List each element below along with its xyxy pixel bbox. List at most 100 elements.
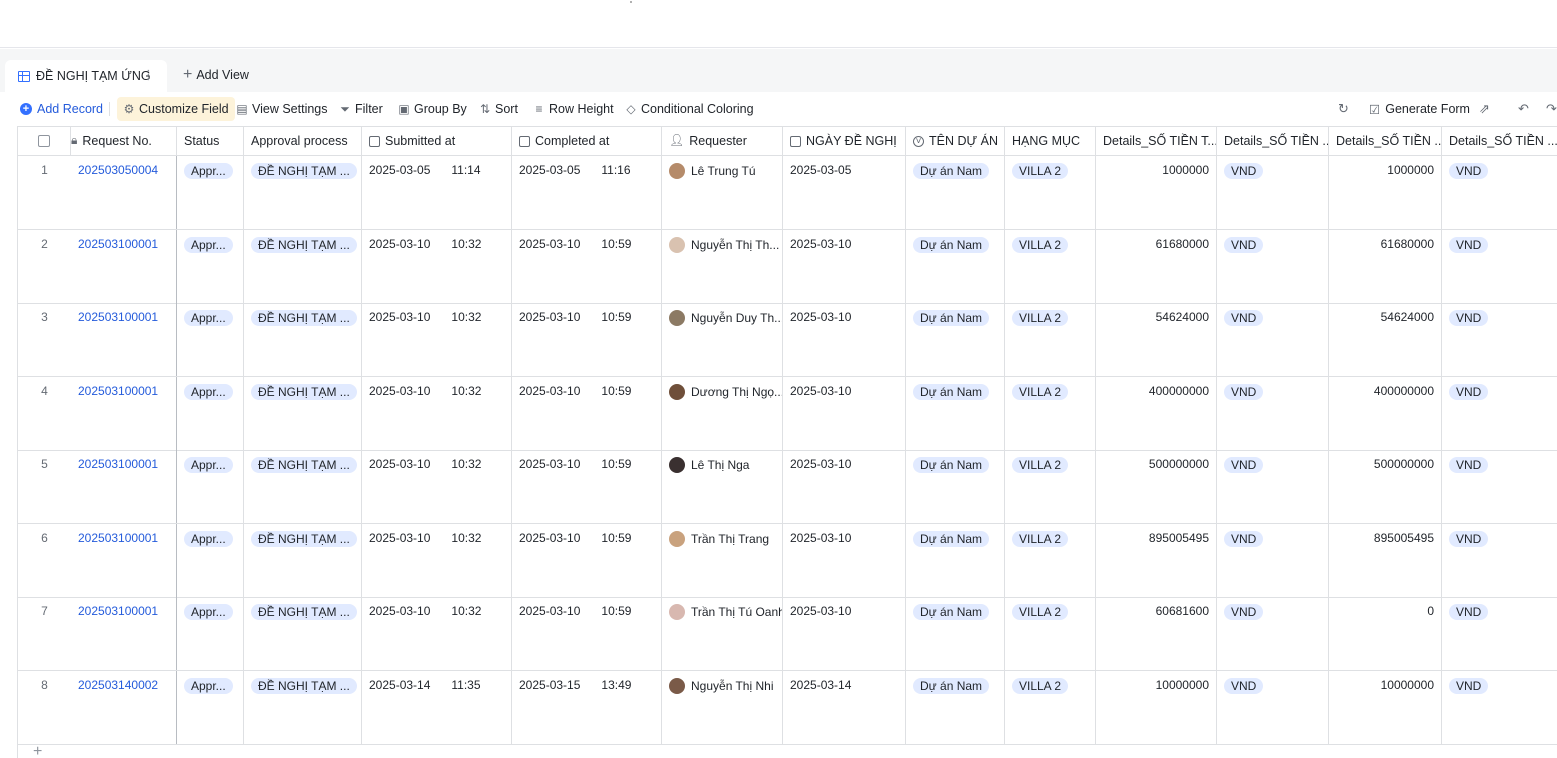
currency-cell[interactable]: VND	[1217, 523, 1329, 597]
customize-field-button[interactable]: ⚙ Customize Field	[117, 97, 235, 121]
requester-cell[interactable]: Dương Thị Ngọ...	[662, 376, 783, 450]
ngay-de-nghi-cell[interactable]: 2025-03-10	[783, 523, 906, 597]
request-no-cell[interactable]: 202503100001	[71, 376, 177, 450]
currency-cell[interactable]: VND	[1442, 303, 1557, 376]
hang-muc-cell[interactable]: VILLA 2	[1005, 523, 1096, 597]
table-row[interactable]: 5 202503100001 Appr... ĐỀ NGHỊ TẠM ... 2025-…	[18, 450, 1557, 524]
status-cell[interactable]: Appr...	[177, 597, 244, 670]
du-an-cell[interactable]: Dự án Nam	[906, 303, 1005, 376]
hang-muc-cell[interactable]: VILLA 2	[1005, 450, 1096, 523]
history-icon[interactable]: ↻	[1338, 100, 1349, 118]
request-no-link[interactable]: 202503100001	[78, 237, 158, 251]
approval-cell[interactable]: ĐỀ NGHỊ TẠM ...	[244, 450, 362, 523]
filter-button[interactable]: ⏷ Filter	[339, 100, 383, 118]
ngay-de-nghi-cell[interactable]: 2025-03-10	[783, 303, 906, 376]
amount-cell[interactable]: 61680000	[1096, 229, 1217, 303]
hang-muc-cell[interactable]: VILLA 2	[1005, 376, 1096, 450]
table-row[interactable]: 1 202503050004 Appr... ĐỀ NGHỊ TẠM ... 2025-…	[18, 156, 1557, 230]
hang-muc-cell[interactable]: VILLA 2	[1005, 229, 1096, 303]
completed-cell[interactable]: 2025-03-10 10:59	[512, 229, 662, 303]
amount-cell[interactable]: 10000000	[1096, 670, 1217, 744]
du-an-cell[interactable]: Dự án Nam	[906, 450, 1005, 523]
sort-button[interactable]: ⇅ Sort	[479, 100, 518, 118]
submitted-cell[interactable]: 2025-03-10 10:32	[362, 376, 512, 450]
request-no-link[interactable]: 202503100001	[78, 384, 158, 398]
currency-cell[interactable]: VND	[1217, 597, 1329, 670]
ngay-de-nghi-cell[interactable]: 2025-03-10	[783, 376, 906, 450]
currency-cell[interactable]: VND	[1442, 377, 1557, 450]
amount-cell[interactable]: 60681600	[1096, 597, 1217, 670]
group-by-button[interactable]: ▣ Group By	[398, 100, 466, 118]
request-no-cell[interactable]: 202503100001	[71, 229, 177, 303]
header-ten-du-an[interactable]: ˅ TÊN DỰ ÁN	[906, 127, 1005, 155]
completed-cell[interactable]: 2025-03-10 10:59	[512, 376, 662, 450]
submitted-cell[interactable]: 2025-03-10 10:32	[362, 303, 512, 376]
header-requester[interactable]: 👤︎ Requester	[662, 127, 783, 155]
amount-cell[interactable]: 500000000	[1329, 450, 1442, 523]
header-submitted-at[interactable]: Submitted at	[362, 127, 512, 155]
tab-de-nghi-tam-ung[interactable]: ĐỀ NGHỊ TẠM ỨNG ⋮	[5, 60, 167, 92]
status-cell[interactable]: Appr...	[177, 303, 244, 376]
share-icon[interactable]: ⇗	[1479, 100, 1490, 118]
du-an-cell[interactable]: Dự án Nam	[906, 156, 1005, 229]
requester-cell[interactable]: Nguyễn Thị Th...	[662, 229, 783, 303]
status-cell[interactable]: Appr...	[177, 376, 244, 450]
submitted-cell[interactable]: 2025-03-10 10:32	[362, 229, 512, 303]
currency-cell[interactable]: VND	[1442, 450, 1557, 523]
currency-cell[interactable]: VND	[1217, 156, 1329, 229]
header-ngay-de-nghi[interactable]: NGÀY ĐỀ NGHỊ	[783, 127, 906, 155]
completed-cell[interactable]: 2025-03-10 10:59	[512, 303, 662, 376]
request-no-link[interactable]: 202503100001	[78, 457, 158, 471]
conditional-coloring-button[interactable]: ◇ Conditional Coloring	[625, 100, 753, 118]
status-cell[interactable]: Appr...	[177, 523, 244, 597]
amount-cell[interactable]: 1000000	[1329, 156, 1442, 229]
currency-cell[interactable]: VND	[1217, 303, 1329, 376]
requester-cell[interactable]: Lê Thị Nga	[662, 450, 783, 523]
request-no-link[interactable]: 202503050004	[78, 163, 158, 177]
completed-cell[interactable]: 2025-03-15 13:49	[512, 670, 662, 744]
currency-cell[interactable]: VND	[1442, 524, 1557, 597]
approval-cell[interactable]: ĐỀ NGHỊ TẠM ...	[244, 523, 362, 597]
table-row[interactable]: 8 202503140002 Appr... ĐỀ NGHỊ TẠM ... 2025-…	[18, 670, 1557, 745]
submitted-cell[interactable]: 2025-03-10 10:32	[362, 597, 512, 670]
header-so-tien-4[interactable]: Details_SỐ TIỀN ...	[1442, 127, 1557, 155]
request-no-cell[interactable]: 202503100001	[71, 597, 177, 670]
add-row-plus-icon[interactable]: +	[33, 744, 42, 758]
table-row[interactable]: 4 202503100001 Appr... ĐỀ NGHỊ TẠM ... 2025-…	[18, 376, 1557, 451]
requester-cell[interactable]: Trần Thị Tú Oanh	[662, 597, 783, 670]
approval-cell[interactable]: ĐỀ NGHỊ TẠM ...	[244, 670, 362, 744]
amount-cell[interactable]: 895005495	[1096, 523, 1217, 597]
amount-cell[interactable]: 895005495	[1329, 523, 1442, 597]
header-completed-at[interactable]: Completed at	[512, 127, 662, 155]
add-record-button[interactable]: + Add Record	[20, 100, 103, 118]
header-so-tien-2[interactable]: Details_SỐ TIỀN ...	[1217, 127, 1329, 155]
currency-cell[interactable]: VND	[1442, 671, 1557, 744]
undo-icon[interactable]: ↶	[1518, 100, 1529, 118]
amount-cell[interactable]: 500000000	[1096, 450, 1217, 523]
amount-cell[interactable]: 54624000	[1329, 303, 1442, 376]
hang-muc-cell[interactable]: VILLA 2	[1005, 303, 1096, 376]
status-cell[interactable]: Appr...	[177, 156, 244, 229]
du-an-cell[interactable]: Dự án Nam	[906, 670, 1005, 744]
request-no-link[interactable]: 202503100001	[78, 310, 158, 324]
approval-cell[interactable]: ĐỀ NGHỊ TẠM ...	[244, 229, 362, 303]
status-cell[interactable]: Appr...	[177, 229, 244, 303]
approval-cell[interactable]: ĐỀ NGHỊ TẠM ...	[244, 156, 362, 229]
header-request-no[interactable]: 🔒︎ Request No.	[71, 127, 177, 155]
hang-muc-cell[interactable]: VILLA 2	[1005, 156, 1096, 229]
approval-cell[interactable]: ĐỀ NGHỊ TẠM ...	[244, 597, 362, 670]
status-cell[interactable]: Appr...	[177, 450, 244, 523]
view-settings-button[interactable]: ▤ View Settings	[236, 100, 327, 118]
request-no-cell[interactable]: 202503100001	[71, 450, 177, 523]
table-row[interactable]: 2 202503100001 Appr... ĐỀ NGHỊ TẠM ... 2025-…	[18, 229, 1557, 304]
completed-cell[interactable]: 2025-03-10 10:59	[512, 523, 662, 597]
select-all-checkbox[interactable]	[38, 135, 50, 147]
amount-cell[interactable]: 1000000	[1096, 156, 1217, 229]
amount-cell[interactable]: 10000000	[1329, 670, 1442, 744]
request-no-cell[interactable]: 202503100001	[71, 523, 177, 597]
request-no-link[interactable]: 202503140002	[78, 678, 158, 692]
header-status[interactable]: Status	[177, 127, 244, 155]
completed-cell[interactable]: 2025-03-10 10:59	[512, 450, 662, 523]
header-so-tien-3[interactable]: Details_SỐ TIỀN ...	[1329, 127, 1442, 155]
completed-cell[interactable]: 2025-03-10 10:59	[512, 597, 662, 670]
